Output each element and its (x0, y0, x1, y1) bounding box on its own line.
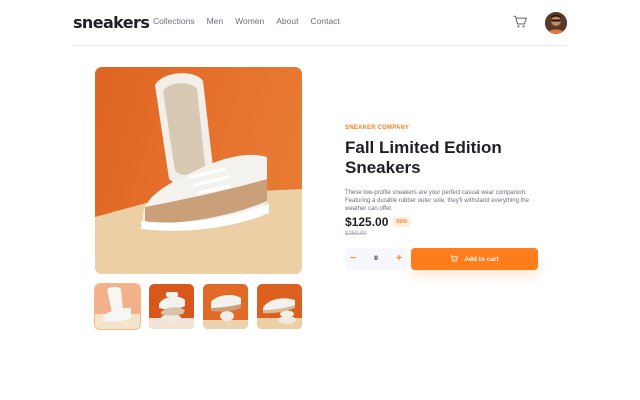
decrease-quantity-button[interactable]: − (345, 248, 361, 270)
quantity-stepper: − 0 + (345, 248, 407, 270)
nav-women[interactable]: Women (235, 16, 264, 26)
add-to-cart-button[interactable]: Add to cart (411, 248, 538, 270)
thumbnail-2[interactable] (149, 284, 194, 329)
product-title: Fall Limited Edition Sneakers (345, 138, 502, 177)
nav-about[interactable]: About (276, 16, 298, 26)
product-description: These low-profile sneakers are your perf… (345, 190, 529, 212)
company-label: SNEAKER COMPANY (345, 125, 410, 131)
thumbnail-1[interactable] (94, 283, 141, 330)
thumbnail-3[interactable] (203, 284, 248, 329)
cart-icon[interactable] (513, 15, 527, 29)
nav-men[interactable]: Men (207, 16, 224, 26)
main-product-image[interactable] (95, 67, 302, 274)
nav-collections[interactable]: Collections (153, 16, 195, 26)
main-nav: Collections Men Women About Contact (153, 16, 340, 26)
nav-contact[interactable]: Contact (310, 16, 339, 26)
current-price: $125.00 (345, 215, 389, 229)
product-info: SNEAKER COMPANY Fall Limited Edition Sne… (345, 125, 538, 270)
increase-quantity-button[interactable]: + (391, 248, 407, 270)
original-price: $250.00 (345, 231, 367, 237)
site-header: sneakers Collections Men Women About Con… (73, 0, 567, 46)
cart-icon (450, 255, 459, 263)
add-to-cart-label: Add to cart (464, 255, 499, 263)
thumbnail-4[interactable] (257, 284, 302, 329)
site-logo[interactable]: sneakers (73, 13, 150, 32)
quantity-value: 0 (374, 255, 378, 262)
thumbnail-strip (94, 283, 302, 330)
user-avatar[interactable] (545, 12, 567, 34)
price-row: $125.00 50% (345, 215, 411, 229)
discount-badge: 50% (393, 217, 411, 227)
